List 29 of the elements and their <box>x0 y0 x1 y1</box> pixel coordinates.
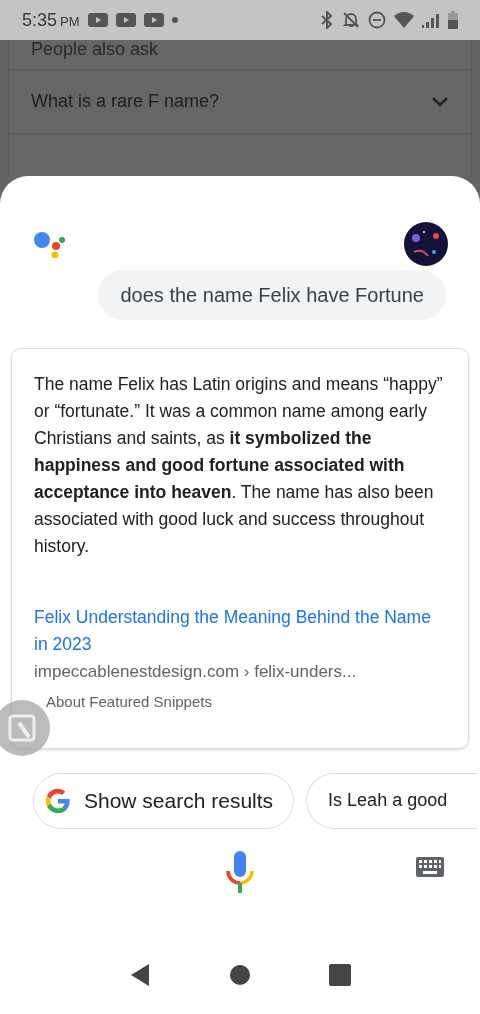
bluetooth-icon <box>320 11 334 29</box>
keyboard-icon[interactable] <box>416 856 444 877</box>
bell-off-icon <box>342 11 360 29</box>
about-link[interactable]: About Featured Snippets <box>46 691 212 714</box>
avatar[interactable] <box>404 222 448 266</box>
suggestion-chip[interactable]: Is Leah a good <box>306 772 478 829</box>
dot-icon <box>171 17 178 23</box>
chevron-icon[interactable] <box>431 95 449 108</box>
do-not-disturb-icon <box>368 11 386 29</box>
show-results-chip[interactable]: Show search results <box>33 772 295 829</box>
video-app-icon <box>143 13 164 27</box>
back-icon[interactable] <box>129 963 151 987</box>
microphone-icon[interactable] <box>224 850 256 895</box>
question-text: What is a rare F name? <box>31 90 220 113</box>
g-logo-icon <box>44 786 72 815</box>
screen-icon <box>7 713 37 743</box>
signal-icon <box>422 12 440 28</box>
query-bubble: does the name Felix have Fortune <box>98 270 446 320</box>
battery-icon <box>448 11 458 29</box>
assistant-logo-icon <box>34 230 66 258</box>
home-icon[interactable] <box>229 964 251 986</box>
clock: 5:35 PM <box>22 8 80 32</box>
wifi-icon <box>394 12 414 28</box>
video-app-icon <box>115 13 136 27</box>
source-link[interactable]: Felix Understanding the Meaning Behind the Name in 2023 <box>34 604 446 658</box>
answer-paragraph: The name Felix has Latin origins and means “happy” or “fortunate.” It was a common name among early Christians and saints, as it symbolized the happiness and good fortune associated with acceptance into heaven. The name has also been associated with good luck and success throughout history. <box>34 373 444 558</box>
source-url: impeccablenestdesign.com › felix-unders... <box>34 661 358 683</box>
video-app-icon <box>87 13 108 27</box>
section-heading: People also ask <box>31 40 159 61</box>
